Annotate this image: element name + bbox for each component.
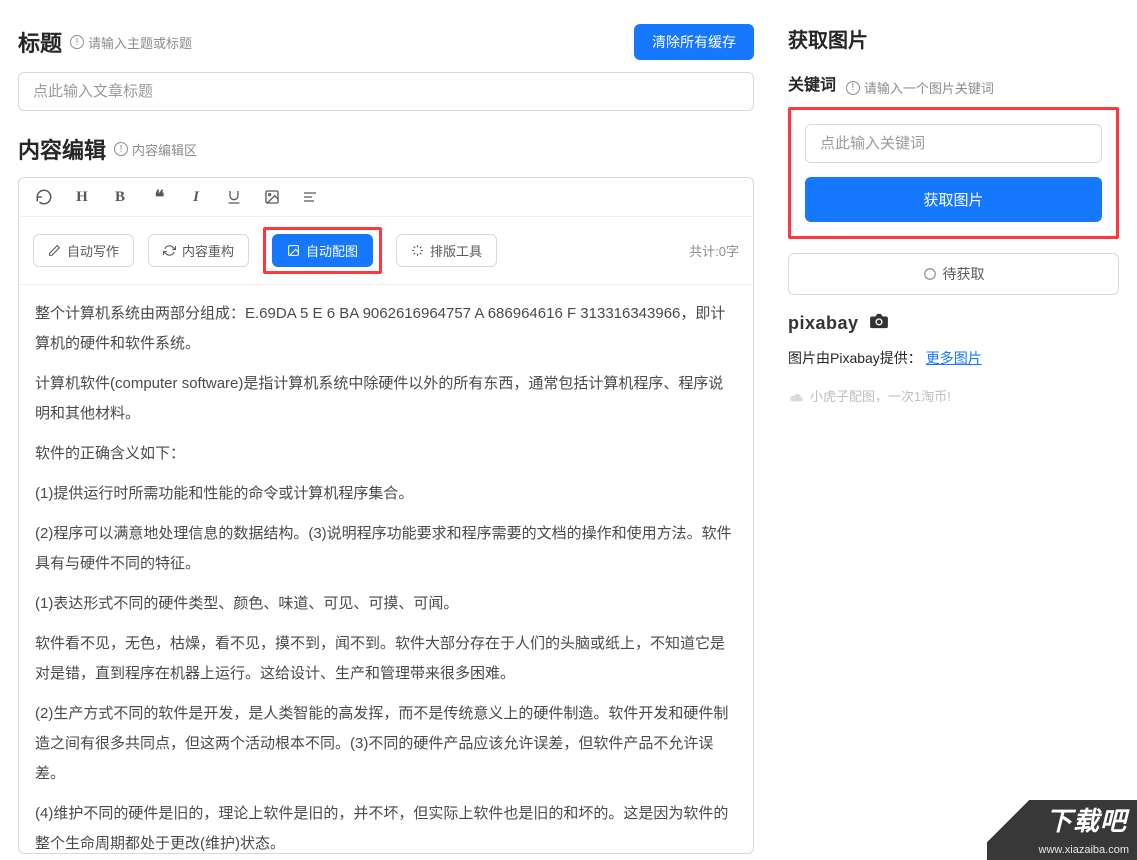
pixabay-badge: pixabay xyxy=(788,313,890,334)
heading-icon[interactable]: H xyxy=(71,186,93,208)
image-small-icon xyxy=(287,244,300,257)
cloud-icon xyxy=(788,390,804,402)
paragraph: (4)维护不同的硬件是旧的，理论上软件是旧的，并不坏，但实际上软件也是旧的和坏的… xyxy=(35,799,737,853)
title-header: 标题 ! 请输入主题或标题 清除所有缓存 xyxy=(18,24,754,60)
auto-write-button[interactable]: 自动写作 xyxy=(33,234,134,267)
circle-icon xyxy=(923,267,937,281)
keyword-hint: ! 请输入一个图片关键词 xyxy=(846,78,994,97)
title-label: 标题 xyxy=(18,26,62,58)
wait-button[interactable]: 待获取 xyxy=(788,253,1119,295)
restructure-button[interactable]: 内容重构 xyxy=(148,234,249,267)
get-image-title: 获取图片 xyxy=(788,24,868,53)
paragraph: (2)生产方式不同的软件是开发，是人类智能的高发挥，而不是传统意义上的硬件制造。… xyxy=(35,699,737,789)
info-icon: ! xyxy=(846,81,860,95)
more-images-link[interactable]: 更多图片 xyxy=(926,350,982,366)
clear-cache-button[interactable]: 清除所有缓存 xyxy=(634,24,754,60)
editor-container: H B ❝ I 自动写作 xyxy=(18,177,754,854)
keyword-input[interactable] xyxy=(805,124,1102,163)
fetch-image-button[interactable]: 获取图片 xyxy=(805,177,1102,222)
paragraph: 计算机软件(computer software)是指计算机系统中除硬件以外的所有… xyxy=(35,369,737,429)
highlighted-side-box: 获取图片 xyxy=(788,107,1119,239)
char-counter: 共计:0字 xyxy=(689,241,739,260)
cloud-note: 小虎子配图，一次1淘币! xyxy=(788,386,1119,405)
provider-line: 图片由Pixabay提供： 更多图片 xyxy=(788,348,1119,368)
side-column: 获取图片 关键词 ! 请输入一个图片关键词 获取图片 待获取 pixabay 图… xyxy=(772,0,1137,860)
paragraph: (1)提供运行时所需功能和性能的命令或计算机程序集合。 xyxy=(35,479,737,509)
format-toolbar: H B ❝ I xyxy=(19,178,753,217)
image-icon[interactable] xyxy=(261,186,283,208)
paragraph: 软件的正确含义如下： xyxy=(35,439,737,469)
content-header: 内容编辑 ! 内容编辑区 xyxy=(18,133,754,165)
quote-icon[interactable]: ❝ xyxy=(147,186,169,208)
bold-icon[interactable]: B xyxy=(109,186,131,208)
get-image-header: 获取图片 xyxy=(788,24,1119,53)
paragraph: (1)表达形式不同的硬件类型、颜色、味道、可见、可摸、可闻。 xyxy=(35,589,737,619)
content-label: 内容编辑 xyxy=(18,133,106,165)
action-toolbar: 自动写作 内容重构 自动配图 排版工具 共计:0字 xyxy=(19,217,753,285)
refresh-icon xyxy=(163,244,176,257)
main-column: 标题 ! 请输入主题或标题 清除所有缓存 内容编辑 ! 内容编辑区 H B ❝ xyxy=(0,0,772,860)
undo-icon[interactable] xyxy=(33,186,55,208)
title-hint: ! 请输入主题或标题 xyxy=(70,33,192,52)
camera-icon xyxy=(868,313,890,329)
highlighted-action: 自动配图 xyxy=(263,227,382,274)
underline-icon[interactable] xyxy=(223,186,245,208)
title-input[interactable] xyxy=(18,72,754,111)
info-icon: ! xyxy=(114,142,128,156)
keyword-row: 关键词 ! 请输入一个图片关键词 xyxy=(788,71,1119,97)
info-icon: ! xyxy=(70,35,84,49)
auto-image-button[interactable]: 自动配图 xyxy=(272,234,373,267)
layout-tool-button[interactable]: 排版工具 xyxy=(396,234,497,267)
editor-body[interactable]: 整个计算机系统由两部分组成：E.69DA 5 E 6 BA 9062616964… xyxy=(19,285,753,853)
paragraph: 软件看不见，无色，枯燥，看不见，摸不到，闻不到。软件大部分存在于人们的头脑或纸上… xyxy=(35,629,737,689)
content-hint: ! 内容编辑区 xyxy=(114,140,197,159)
italic-icon[interactable]: I xyxy=(185,186,207,208)
align-left-icon[interactable] xyxy=(299,186,321,208)
paragraph: 整个计算机系统由两部分组成：E.69DA 5 E 6 BA 9062616964… xyxy=(35,299,737,359)
keyword-label: 关键词 xyxy=(788,77,836,94)
paragraph: (2)程序可以满意地处理信息的数据结构。(3)说明程序功能要求和程序需要的文档的… xyxy=(35,519,737,579)
pencil-icon xyxy=(48,244,61,257)
magic-icon xyxy=(411,244,424,257)
